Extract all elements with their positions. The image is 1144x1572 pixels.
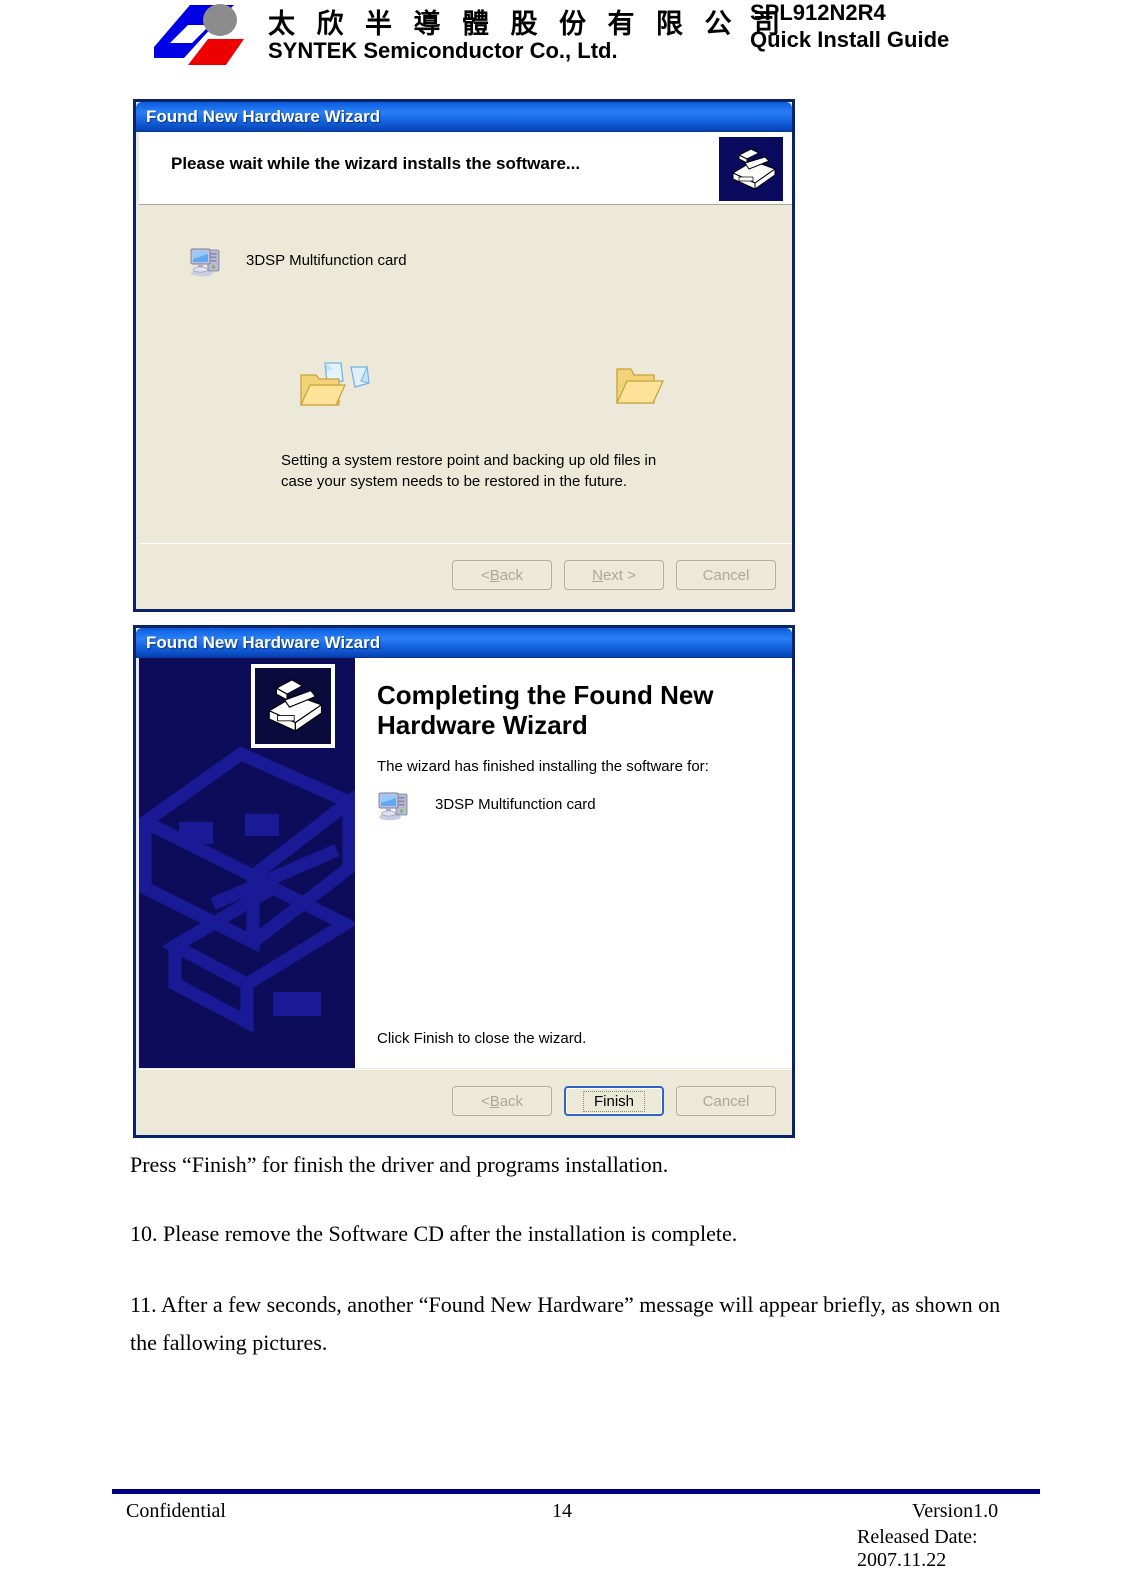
footer-confidential: Confidential [126, 1500, 226, 1522]
footer-rule [112, 1489, 1040, 1494]
dialog1-header-band: Please wait while the wizard installs th… [139, 132, 792, 205]
dialog2-titlebar[interactable]: Found New Hardware Wizard [136, 628, 792, 658]
back-button-prefix: < [480, 1092, 490, 1110]
open-folder-with-document-icon [299, 361, 377, 416]
cancel-button[interactable]: Cancel [676, 560, 776, 590]
dialog2-heading-line2: Hardware Wizard [377, 710, 588, 740]
dialog1-status-line2: case your system needs to be restored in… [281, 473, 628, 490]
dialog1-button-row: < Back Next > Cancel [452, 560, 776, 590]
document-subtitle: Quick Install Guide [750, 27, 950, 52]
back-button-rest: ack [499, 566, 524, 584]
syntek-logo-icon [154, 4, 244, 65]
next-button-rest: ext > [602, 566, 636, 584]
found-new-hardware-wizard-finish-dialog: Found New Hardware Wizard Completing the… [133, 625, 795, 1138]
back-button-prefix: < [480, 566, 490, 584]
dialog1-copy-animation [299, 361, 719, 419]
dialog1-body: 3DSP Multifunction card Setting a system… [139, 206, 792, 542]
page-footer: Confidential 14 Version1.0 Released Date… [112, 1496, 1040, 1571]
dialog1-title: Found New Hardware Wizard [146, 107, 381, 126]
dialog2-pane: Completing the Found New Hardware Wizard… [355, 658, 792, 1068]
dialog1-device-row: 3DSP Multifunction card [189, 244, 407, 283]
next-button[interactable]: Next > [564, 560, 664, 590]
dialog2-device-row: 3DSP Multifunction card [377, 788, 596, 827]
dialog2-heading-line1: Completing the Found New [377, 680, 714, 710]
computer-icon [189, 244, 223, 283]
dialog1-titlebar[interactable]: Found New Hardware Wizard [136, 102, 792, 132]
instruction-step-10: 10. Please remove the Software CD after … [130, 1221, 738, 1246]
back-button-accel: B [489, 566, 500, 584]
dialog2-title: Found New Hardware Wizard [146, 633, 381, 652]
finish-button[interactable]: Finish [564, 1086, 664, 1116]
document-code: SPL912N2R4 [750, 0, 886, 25]
footer-released-date: Released Date: 2007.11.22 [857, 1526, 978, 1571]
instruction-step-11: 11. After a few seconds, another “Found … [130, 1292, 1001, 1355]
back-button[interactable]: < Back [452, 1086, 552, 1116]
dialog1-status-text: Setting a system restore point and backi… [281, 450, 656, 492]
page-header: 太 欣 半 導 體 股 份 有 限 公 司 SYNTEK Semiconduct… [0, 0, 1144, 86]
folder-icon [614, 363, 666, 414]
instruction-press-finish: Press “Finish” for finish the driver and… [130, 1152, 669, 1177]
footer-version: Version1.0 [912, 1500, 999, 1522]
next-button-accel: N [592, 566, 603, 584]
dialog1-footer: < Back Next > Cancel [139, 543, 792, 609]
dialog2-banner [139, 658, 355, 1068]
dialog2-device-name: 3DSP Multifunction card [435, 796, 596, 813]
dialog1-device-name: 3DSP Multifunction card [246, 252, 407, 269]
dialog1-heading: Please wait while the wizard installs th… [171, 154, 581, 173]
back-button-rest: ack [499, 1092, 524, 1110]
footer-page-number: 14 [552, 1500, 572, 1522]
syntek-logo [148, 3, 248, 71]
back-button[interactable]: < Back [452, 560, 552, 590]
company-name-chinese: 太 欣 半 導 體 股 份 有 限 公 司 [268, 9, 788, 39]
hardware-wizard-icon [719, 137, 783, 201]
dialog1-status-line1: Setting a system restore point and backi… [281, 452, 657, 469]
hardware-wizard-icon [251, 664, 335, 748]
dialog2-body: Completing the Found New Hardware Wizard… [139, 658, 792, 1068]
back-button-accel: B [489, 1092, 500, 1110]
computer-icon [377, 788, 411, 827]
found-new-hardware-wizard-progress-dialog: Found New Hardware Wizard Please wait wh… [133, 99, 795, 612]
cancel-button[interactable]: Cancel [676, 1086, 776, 1116]
company-name-english: SYNTEK Semiconductor Co., Ltd. [268, 38, 618, 63]
dialog2-footer: < Back Finish Cancel [139, 1069, 792, 1135]
dialog2-heading: Completing the Found New Hardware Wizard [377, 680, 777, 740]
dialog2-closing-line: Click Finish to close the wizard. [377, 1030, 587, 1047]
finish-button-label: Finish [582, 1090, 645, 1112]
dialog2-button-row: < Back Finish Cancel [452, 1086, 776, 1116]
dialog2-paragraph: The wizard has finished installing the s… [377, 758, 709, 775]
